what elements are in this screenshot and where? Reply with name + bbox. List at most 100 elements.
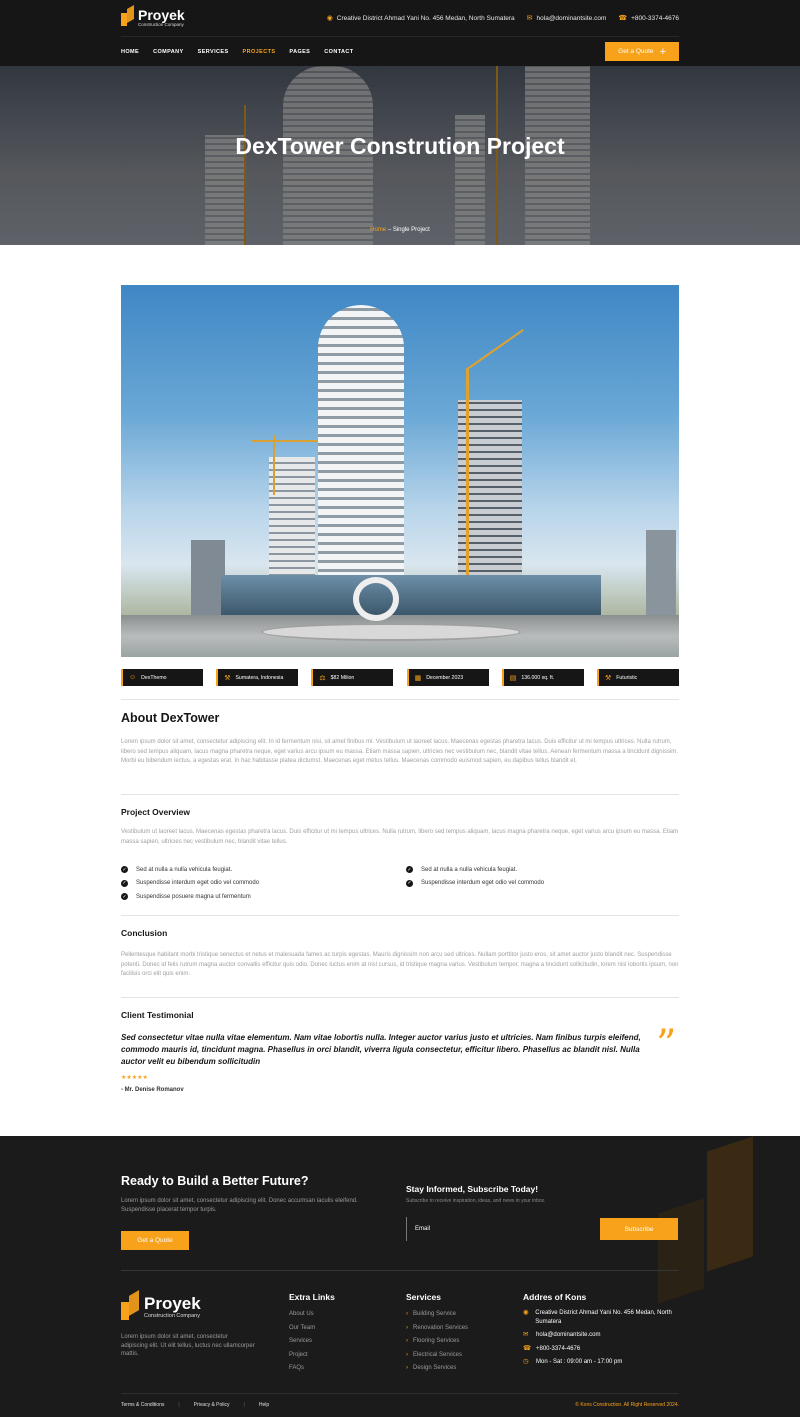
nav-item-home[interactable]: HOME <box>121 49 139 55</box>
chevron-right-icon: › <box>406 1311 408 1317</box>
privacy-link[interactable]: Privacy & Policy <box>194 1402 230 1408</box>
tool-icon: ⚒ <box>604 674 612 682</box>
extra-link-label: About Us <box>289 1311 314 1317</box>
email-input[interactable]: Email <box>406 1217 600 1241</box>
footer-phone[interactable]: ☎ +800-3374-4676 <box>523 1345 683 1354</box>
footer-decoration <box>658 1198 704 1304</box>
extra-link[interactable]: Our Team <box>289 1324 315 1338</box>
legal-links: Terms & Conditions | Privacy & Policy | He… <box>121 1402 269 1408</box>
phone-icon: ☎ <box>523 1344 532 1352</box>
logo-mark-icon <box>121 4 134 29</box>
footer-logo-name: Proyek <box>144 1294 201 1313</box>
service-link[interactable]: › Building Service <box>406 1310 468 1324</box>
breadcrumb: Home – Single Project <box>0 227 800 233</box>
header-address: ◉ Creative District Ahmad Yani No. 456 Me… <box>326 14 515 23</box>
service-link[interactable]: › Flooring Services <box>406 1337 468 1351</box>
get-quote-label: Get a Quote <box>618 48 654 55</box>
info-chip-label: 136.000 sq. ft. <box>521 674 555 681</box>
nav-item-projects[interactable]: PROJECTS <box>243 49 276 55</box>
logo[interactable]: Proyek Construction Company <box>121 4 185 29</box>
check-item: ✓ Sed at nulla a nulla vehicula feugiat. <box>121 866 232 873</box>
help-link[interactable]: Help <box>259 1402 269 1408</box>
breadcrumb-current: Single Project <box>392 227 430 233</box>
about-text: Lorem ipsum dolor sit amet, consectetur … <box>121 739 678 764</box>
check-item-text: Sed at nulla a nulla vehicula feugiat. <box>136 866 233 873</box>
service-link[interactable]: › Design Services <box>406 1364 468 1378</box>
nav-item-pages[interactable]: PAGES <box>289 49 310 55</box>
address-title: Addres of Kons <box>523 1292 587 1302</box>
footer-get-quote-button[interactable]: Get a Quote <box>121 1231 189 1250</box>
footer-phone-text: +800-3374-4676 <box>536 1345 581 1352</box>
extra-link-label: Our Team <box>289 1324 316 1331</box>
page-hero: DexTower Constrution Project Home – Sing… <box>0 66 800 245</box>
footer-divider <box>121 1270 679 1271</box>
header-phone[interactable]: ☎ +800-3374-4676 <box>618 14 679 23</box>
extra-link[interactable]: Services <box>289 1337 315 1351</box>
logo-subtitle: Construction Company <box>138 21 184 27</box>
extra-link-label: Project <box>289 1351 308 1358</box>
extra-links-list: About Us Our Team Services Project FAQs <box>289 1310 315 1378</box>
chevron-right-icon: › <box>406 1351 408 1358</box>
rating-stars: ★★★★★ <box>121 1075 148 1081</box>
project-main-image <box>121 285 679 657</box>
subscribe-text: Subscribe to receive inspiration, ideas,… <box>406 1198 546 1204</box>
info-chip: ▦ December 2023 <box>406 669 489 686</box>
footer-bottom-divider <box>121 1393 679 1394</box>
footer-decoration <box>707 1136 753 1272</box>
check-icon: ✓ <box>121 866 128 873</box>
check-item-text: Suspendisse interdum eget odio vel commo… <box>136 880 260 886</box>
location-pin-icon: ◉ <box>326 15 333 22</box>
nav-item-contact[interactable]: CONTACT <box>324 49 353 55</box>
info-chip: ⚒ Futuristic <box>596 669 679 686</box>
legal-separator: | <box>243 1402 245 1408</box>
check-icon: ✓ <box>121 893 128 900</box>
nav-item-services[interactable]: SERVICES <box>198 49 229 55</box>
breadcrumb-separator: – <box>386 227 393 233</box>
service-link-label: Building Service <box>413 1311 457 1317</box>
conclusion-text: Pellentesque habitant morbi tristique se… <box>121 952 679 977</box>
breadcrumb-home[interactable]: Home <box>370 227 386 233</box>
quote-icon: ” <box>656 1022 677 1068</box>
info-chip-label: December 2023 <box>426 674 464 681</box>
address-list: ◉ Creative District Ahmad Yani No. 456 Me… <box>523 1309 683 1372</box>
main-nav: HOME COMPANY SERVICES PROJECTS PAGES CONTACT … <box>121 36 679 66</box>
footer-address-text: Creative District Ahmad Yani No. 456 Med… <box>535 1310 672 1325</box>
divider <box>121 699 679 700</box>
divider <box>121 997 679 998</box>
cta-title: Ready to Build a Better Future? <box>121 1174 309 1188</box>
footer-hours-text: Mon - Sat : 09:00 am - 17:00 pm <box>536 1359 623 1365</box>
footer-logo[interactable]: Proyek Construction Company <box>121 1290 201 1323</box>
header-email-text: hola@dominantsite.com <box>536 14 607 22</box>
info-chip: ☺ DexThemo <box>121 669 203 686</box>
check-icon: ✓ <box>121 879 128 887</box>
service-link-label: Design Services <box>413 1365 457 1371</box>
extra-link-label: FAQs <box>289 1365 305 1371</box>
nav-item-company[interactable]: COMPANY <box>153 49 184 55</box>
info-chip-label: $82 Milion <box>330 674 355 681</box>
overview-text: Vestibulum ut laoreet lacus. Maecenas eg… <box>121 829 679 845</box>
legal-separator: | <box>178 1402 180 1408</box>
phone-icon: ☎ <box>618 15 628 22</box>
divider <box>121 915 679 916</box>
check-icon: ✓ <box>406 879 413 887</box>
service-link-label: Flooring Services <box>413 1338 460 1344</box>
extra-link[interactable]: FAQs <box>289 1364 315 1378</box>
info-chip-label: DexThemo <box>141 674 167 681</box>
footer-email[interactable]: ✉ hola@dominantsite.com <box>523 1331 683 1340</box>
service-link[interactable]: › Electrical Services <box>406 1351 468 1365</box>
check-item: ✓ Suspendisse interdum eget odio vel comm… <box>121 879 260 887</box>
check-item: ✓ Suspendisse interdum eget odio vel comm… <box>406 879 544 887</box>
header-email[interactable]: ✉ hola@dominantsite.com <box>527 14 607 23</box>
get-quote-button[interactable]: Get a Quote + <box>605 42 679 61</box>
subscribe-title: Stay Informed, Subscribe Today! <box>406 1184 539 1194</box>
site-header: Proyek Construction Company ◉ Creative Di… <box>0 0 800 66</box>
terms-link[interactable]: Terms & Conditions <box>121 1402 164 1408</box>
chevron-right-icon: › <box>406 1338 408 1344</box>
header-address-text: Creative District Ahmad Yani No. 456 Med… <box>336 14 515 22</box>
subscribe-button[interactable]: Subscribe <box>600 1218 678 1240</box>
mail-icon: ✉ <box>523 1331 529 1338</box>
extra-link[interactable]: About Us <box>289 1310 315 1324</box>
extra-link[interactable]: Project <box>289 1351 315 1365</box>
extra-link-label: Services <box>289 1338 313 1344</box>
service-link[interactable]: › Renovation Services <box>406 1324 468 1338</box>
